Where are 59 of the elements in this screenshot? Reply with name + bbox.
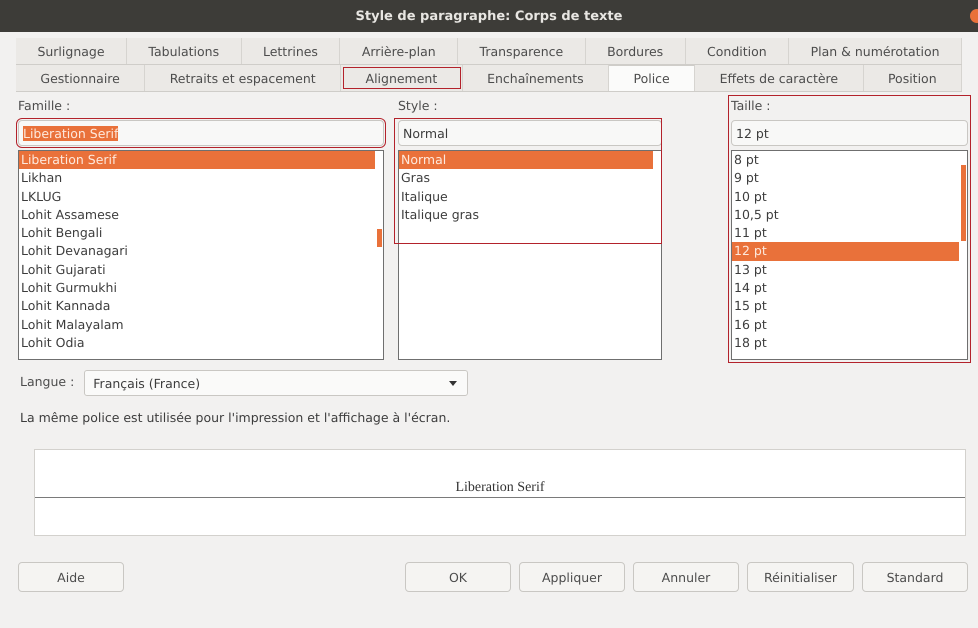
dialog-button[interactable]: Aide xyxy=(18,562,124,592)
tab[interactable]: Police xyxy=(609,65,696,91)
tab[interactable]: Bordures xyxy=(586,38,686,64)
list-item[interactable]: 10,5 pt xyxy=(732,206,959,224)
list-item[interactable]: LKLUG xyxy=(19,188,375,206)
list-item[interactable]: 13 pt xyxy=(732,260,959,280)
list-item[interactable]: Gras xyxy=(399,169,653,188)
info-text: La même police est utilisée pour l'impression et l'affichage à l'écran. xyxy=(20,410,452,425)
list-item[interactable]: 11 pt xyxy=(732,224,959,242)
tab[interactable]: Gestionnaire xyxy=(16,65,146,91)
list-item[interactable]: Lohit Gurmukhi xyxy=(19,279,375,298)
dialog-button[interactable]: Réinitialiser xyxy=(746,562,854,592)
tab[interactable]: Position xyxy=(864,65,962,91)
list-item[interactable]: 9 pt xyxy=(732,169,959,188)
list-item[interactable]: 14 pt xyxy=(732,279,959,298)
list-box[interactable]: Normal Gras Italique Italique gras xyxy=(398,150,662,360)
list-item[interactable]: 18 pt xyxy=(732,334,959,352)
list-item[interactable]: 8 pt xyxy=(732,151,959,170)
list-item[interactable]: 15 pt xyxy=(732,297,959,316)
tab[interactable]: Condition xyxy=(686,38,790,64)
list-item[interactable]: Lohit Malayalam xyxy=(19,316,375,334)
dialog-button[interactable]: Appliquer xyxy=(518,562,625,592)
list-item[interactable]: 10 pt xyxy=(732,188,959,206)
tab[interactable]: Tabulations xyxy=(126,38,242,64)
field-label: Famille : xyxy=(18,98,72,115)
tab[interactable]: Transparence xyxy=(458,38,586,64)
tab[interactable]: Arrière-plan xyxy=(340,38,458,64)
dialog-button[interactable]: Annuler xyxy=(632,562,739,592)
scrollbar-thumb[interactable] xyxy=(961,165,966,241)
tab[interactable]: Alignement xyxy=(341,65,463,91)
list-item[interactable]: Lohit Kannada xyxy=(19,297,375,316)
tab[interactable]: Effets de caractère xyxy=(695,65,864,91)
tab[interactable]: Plan & numérotation xyxy=(789,38,962,64)
list-box[interactable]: Liberation Serif Likhan LKLUG Lohit Assamese Lohit Bengali Lohit Devanagari Lohit Gujarati Lohit Gurmukhi Lohit Kannada Lohit Malayalam Lohit Odia xyxy=(18,150,384,360)
text-field[interactable]: 12 pt xyxy=(731,120,968,146)
list-item[interactable]: Lohit Odia xyxy=(19,334,375,352)
list-item[interactable]: Lohit Assamese xyxy=(19,206,375,224)
dropdown-arrow-icon xyxy=(449,380,458,386)
list-item[interactable]: Italique gras xyxy=(399,206,653,224)
list-item[interactable]: Italique xyxy=(399,188,653,206)
list-item[interactable]: Lohit Devanagari xyxy=(19,242,375,261)
list-item[interactable]: 16 pt xyxy=(732,316,959,334)
dialog-button[interactable]: OK xyxy=(404,562,511,592)
field-label: Langue : xyxy=(20,374,74,391)
tab[interactable]: Enchaînements xyxy=(462,65,610,91)
list-item[interactable]: Lohit Bengali xyxy=(19,224,375,242)
field-label: Style : xyxy=(398,98,439,115)
list-item[interactable]: Likhan xyxy=(19,169,375,188)
dialog-button[interactable]: Standard xyxy=(862,562,968,592)
window-title: Style de paragraphe: Corps de texte xyxy=(0,0,978,32)
list-box[interactable]: 8 pt 9 pt 10 pt 10,5 pt 11 pt 12 pt 13 pt 14 pt 15 pt 16 pt 18 pt xyxy=(731,150,968,360)
scrollbar-thumb[interactable] xyxy=(377,229,382,247)
text-field[interactable]: Normal xyxy=(398,120,662,146)
language-dropdown[interactable]: Français (France) xyxy=(84,370,468,396)
tab[interactable]: Lettrines xyxy=(242,38,340,64)
tab[interactable]: Retraits et espacement xyxy=(145,65,342,91)
tab[interactable]: Surlignage xyxy=(16,38,127,64)
list-item[interactable]: Lohit Gujarati xyxy=(19,260,375,280)
field-label: Taille : xyxy=(731,98,772,115)
